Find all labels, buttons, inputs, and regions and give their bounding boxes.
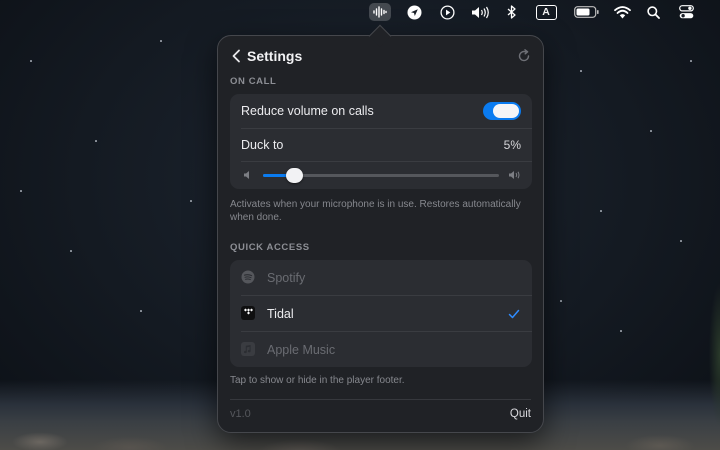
quick-access-item-tidal[interactable]: Tidal (230, 296, 532, 331)
duck-slider[interactable] (263, 168, 499, 183)
volume-high-icon (509, 171, 520, 179)
quick-access-label: Apple Music (267, 343, 336, 357)
duck-to-value: 5% (503, 138, 521, 152)
wifi-icon[interactable] (613, 3, 631, 21)
input-source-letter: A (535, 4, 557, 20)
quick-access-help-text: Tap to show or hide in the player footer… (230, 375, 405, 386)
control-center-icon[interactable] (677, 3, 695, 21)
section-label-on-call: ON CALL (230, 76, 277, 87)
popover-header: Settings (218, 36, 543, 76)
duck-to-label: Duck to (241, 138, 284, 152)
refresh-icon[interactable] (517, 49, 531, 63)
menu-bar: A (0, 0, 720, 24)
bluetooth-icon[interactable] (504, 3, 518, 21)
checkmark-icon (508, 309, 520, 319)
location-arrow-icon[interactable] (405, 3, 423, 21)
desktop-tree (698, 265, 720, 450)
reduce-volume-label: Reduce volume on calls (241, 104, 374, 118)
reduce-volume-toggle[interactable] (483, 102, 521, 120)
spotify-icon (241, 270, 255, 284)
footer-divider (230, 399, 531, 400)
settings-popover: Settings ON CALL Reduce volume on calls … (217, 24, 544, 433)
duck-slider-thumb[interactable] (286, 168, 303, 183)
volume-low-icon (244, 171, 249, 179)
search-icon[interactable] (645, 3, 661, 21)
audio-waveform-icon[interactable] (369, 3, 391, 21)
tidal-icon (241, 306, 255, 320)
quick-access-card: Spotify Tidal Apple Music (230, 260, 532, 367)
quick-access-item-spotify[interactable]: Spotify (230, 260, 532, 295)
section-label-quick-access: QUICK ACCESS (230, 242, 310, 253)
quit-button[interactable]: Quit (510, 408, 531, 420)
quick-access-label: Tidal (267, 307, 294, 321)
quick-access-label: Spotify (267, 271, 306, 285)
quick-access-item-apple-music[interactable]: Apple Music (230, 332, 532, 367)
chevron-left-icon[interactable] (230, 48, 244, 64)
apple-music-icon (241, 342, 255, 356)
play-circle-icon[interactable] (438, 3, 456, 21)
battery-icon[interactable] (573, 3, 599, 21)
volume-icon[interactable] (469, 3, 491, 21)
duck-slider-row (230, 162, 532, 189)
version-label: v1.0 (230, 408, 251, 420)
toggle-knob (493, 104, 519, 118)
reduce-volume-row[interactable]: Reduce volume on calls (230, 94, 532, 128)
on-call-card: Reduce volume on calls Duck to 5% (230, 94, 532, 189)
on-call-help-text: Activates when your microphone is in use… (230, 199, 521, 223)
input-source-icon[interactable]: A (535, 3, 557, 21)
duck-to-row: Duck to 5% (230, 129, 532, 161)
page-title: Settings (247, 48, 303, 64)
